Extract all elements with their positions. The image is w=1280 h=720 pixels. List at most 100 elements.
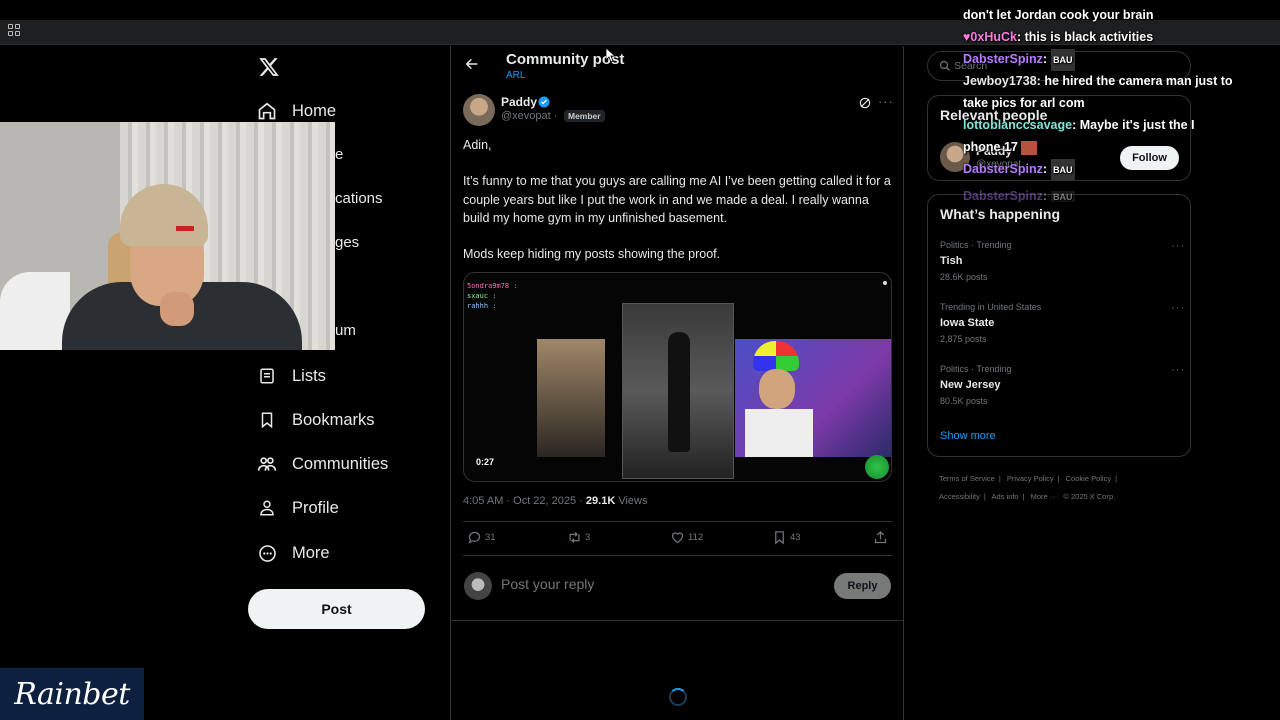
nav-label-bookmarks: Bookmarks (292, 410, 375, 429)
nav-item-bookmarks[interactable]: Bookmarks (248, 404, 375, 436)
video-clip-gym (622, 303, 734, 479)
bookmark-count: 43 (790, 532, 801, 543)
reply-count: 31 (485, 532, 496, 543)
chat-text: take pics for arl com (963, 96, 1085, 110)
trend-item[interactable]: Trending in United States Iowa State 2,8… (940, 302, 1041, 344)
back-arrow-icon[interactable] (464, 56, 480, 72)
post-body: Adin, It’s funny to me that you guys are… (463, 136, 895, 282)
handle-text: @xevopat (501, 110, 551, 122)
trend-meta: Politics · Trending (940, 364, 1012, 374)
timestamp-text: 4:05 AM · Oct 22, 2025 · (463, 495, 586, 507)
trend-more-icon[interactable]: ··· (1171, 302, 1185, 314)
chat-message: take pics for arl com (963, 92, 1085, 114)
video-player[interactable]: 5ondra9m78 : sxauc : rahhh : 0:27 (463, 272, 892, 482)
nav-label-partial: um (335, 322, 356, 339)
post-detail-column: Community post ARL Paddy @xevopat · Memb… (450, 46, 904, 720)
chat-username: Jewboy1738 (963, 74, 1037, 88)
webcam-hand (160, 292, 194, 326)
nav-item-more[interactable]: More (248, 537, 330, 569)
trend-more-icon[interactable]: ··· (1171, 240, 1185, 252)
footer-accessibility-link[interactable]: Accessibility (939, 492, 980, 501)
list-icon (248, 367, 286, 385)
repost-action[interactable]: 3 (567, 530, 590, 545)
footer-more-link[interactable]: More ··· (1031, 492, 1058, 501)
author-name[interactable]: Paddy (501, 95, 537, 109)
grok-icon[interactable] (858, 96, 872, 110)
nav-item-communities[interactable]: Communities (248, 448, 388, 480)
chat-text: phone 17 (963, 140, 1018, 154)
heart-icon (671, 532, 684, 544)
footer-cookie-link[interactable]: Cookie Policy (1066, 474, 1111, 483)
reply-input[interactable] (501, 576, 801, 592)
divider (463, 521, 893, 522)
webcam-chair (0, 272, 70, 350)
trend-more-icon[interactable]: ··· (1171, 364, 1185, 376)
x-logo-icon[interactable] (258, 56, 280, 78)
chat-username: lottoblanccsavage (963, 118, 1073, 132)
divider (463, 555, 893, 556)
nav-label-profile: Profile (292, 498, 339, 517)
nav-item-profile[interactable]: Profile (248, 492, 339, 524)
footer-separator: | (1057, 474, 1060, 483)
share-icon (874, 530, 887, 544)
footer-separator: | (983, 492, 986, 501)
reply-button[interactable]: Reply (834, 573, 891, 599)
footer-terms-link[interactable]: Terms of Service (939, 474, 995, 483)
bookmark-icon (775, 531, 784, 545)
bookmark-action[interactable]: 43 (772, 530, 801, 545)
whats-happening-panel: What’s happening Politics · Trending Tis… (927, 194, 1191, 457)
chat-emote-badge: BAU (1051, 159, 1075, 181)
home-icon (248, 101, 286, 121)
gym-person (668, 332, 690, 452)
like-count: 112 (688, 532, 704, 543)
video-duration: 0:27 (476, 457, 495, 467)
post-timestamp[interactable]: 4:05 AM · Oct 22, 2025 · 29.1K Views (463, 495, 647, 507)
video-chat-overlay: 5ondra9m78 : sxauc : rahhh : (467, 281, 518, 311)
trend-count: 80.5K posts (940, 396, 988, 406)
trend-item[interactable]: Politics · Trending New Jersey 80.5K pos… (940, 364, 1012, 406)
trend-topic: Tish (940, 255, 963, 267)
footer-links: Terms of Service | Privacy Policy | Cookie… (939, 470, 1189, 506)
video-chat-line: sxauc : (467, 292, 497, 300)
post-paragraph: It’s funny to me that you guys are calli… (463, 174, 891, 225)
user-avatar[interactable] (464, 572, 492, 600)
nav-label-home: Home (292, 101, 337, 120)
chat-message: lottoblanccsavage: Maybe it's just the I (963, 118, 1195, 132)
community-link[interactable]: ARL (506, 70, 525, 81)
chat-username: DabsterSpinz (963, 52, 1043, 66)
rainbow-hat (753, 341, 799, 371)
chat-message: don't let Jordan cook your brain (963, 4, 1154, 26)
repost-count: 3 (585, 532, 591, 543)
video-chat-line: rahhh : (467, 302, 497, 310)
verified-badge-icon (538, 96, 550, 108)
footer-separator: | (1022, 492, 1025, 501)
chat-message: ♥0xHuCk: this is black activities (963, 30, 1154, 44)
chat-message: phone 17 (963, 136, 1038, 158)
post-button[interactable]: Post (248, 589, 425, 629)
chat-text: this is black activities (1021, 30, 1154, 44)
like-action[interactable]: 112 (670, 530, 703, 545)
more-options-icon[interactable]: ··· (878, 94, 894, 109)
more-circle-icon (248, 544, 286, 563)
repost-icon (569, 532, 580, 543)
chat-emote-badge: BAU (1051, 191, 1075, 202)
footer-copyright: © 2025 X Corp. (1063, 492, 1116, 501)
follow-button[interactable]: Follow (1120, 146, 1179, 170)
show-more-link[interactable]: Show more (940, 430, 996, 442)
trend-item[interactable]: Politics · Trending Tish 28.6K posts (940, 240, 1012, 282)
nav-label-more: More (292, 543, 330, 562)
post-paragraph: Adin, (463, 138, 492, 152)
trend-topic: Iowa State (940, 317, 995, 329)
footer-ads-link[interactable]: Ads info (991, 492, 1018, 501)
search-icon (939, 60, 950, 71)
author-handle[interactable]: @xevopat · (501, 110, 557, 122)
footer-privacy-link[interactable]: Privacy Policy (1007, 474, 1054, 483)
share-action[interactable] (873, 530, 888, 545)
nav-label-partial: ges (335, 234, 360, 251)
nav-item-lists[interactable]: Lists (248, 360, 326, 392)
author-avatar[interactable] (463, 94, 495, 126)
apps-grid-icon[interactable] (8, 24, 22, 38)
chat-username: DabsterSpinz (963, 190, 1043, 202)
nav-label-lists: Lists (292, 366, 326, 385)
reply-action[interactable]: 31 (467, 530, 496, 545)
